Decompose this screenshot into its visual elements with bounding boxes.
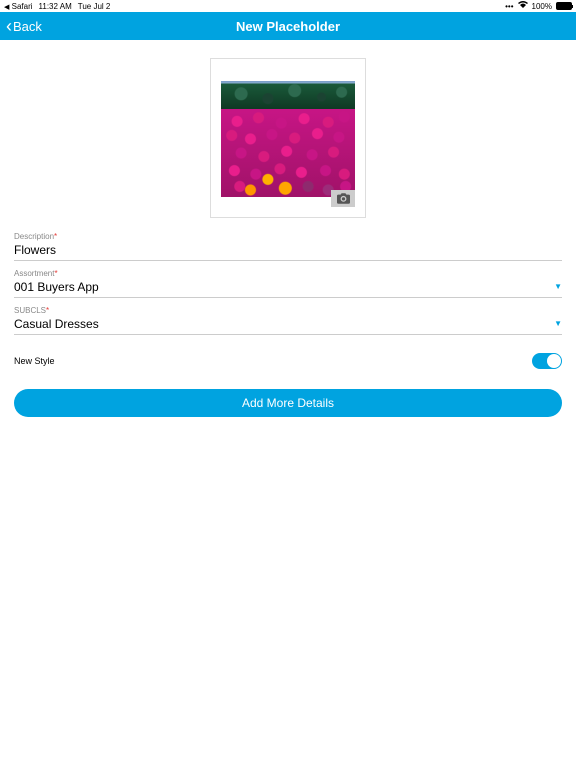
add-more-details-button[interactable]: Add More Details — [14, 389, 562, 417]
status-left: ◀ Safari 11:32 AM Tue Jul 2 — [4, 2, 110, 11]
toggle-knob — [547, 354, 561, 368]
camera-icon — [337, 193, 350, 204]
content: Description* Flowers Assortment* 001 Buy… — [0, 40, 576, 417]
assortment-value: 001 Buyers App — [14, 280, 562, 294]
chevron-down-icon: ▼ — [554, 319, 562, 328]
subcls-label: SUBCLS* — [14, 306, 562, 315]
chevron-down-icon: ▼ — [554, 282, 562, 291]
camera-button[interactable] — [331, 190, 355, 207]
description-label: Description* — [14, 232, 562, 241]
product-image[interactable] — [221, 81, 355, 197]
cellular-dots-icon: ••• — [505, 2, 513, 11]
nav-header: ‹ Back New Placeholder — [0, 12, 576, 40]
battery-icon — [556, 2, 572, 10]
description-field[interactable]: Description* Flowers — [14, 232, 562, 261]
status-bar: ◀ Safari 11:32 AM Tue Jul 2 ••• 100% — [0, 0, 576, 12]
back-label: Back — [13, 19, 42, 34]
new-style-label: New Style — [14, 356, 55, 366]
subcls-field[interactable]: SUBCLS* Casual Dresses ▼ — [14, 306, 562, 335]
new-style-toggle[interactable] — [532, 353, 562, 369]
chevron-left-icon: ‹ — [6, 17, 12, 35]
back-button[interactable]: ‹ Back — [0, 17, 42, 35]
page-title: New Placeholder — [236, 19, 340, 34]
description-value: Flowers — [14, 243, 562, 257]
battery-percent: 100% — [532, 2, 552, 11]
image-preview-box — [210, 58, 366, 218]
subcls-value: Casual Dresses — [14, 317, 562, 331]
status-time: 11:32 AM — [39, 2, 72, 11]
assortment-field[interactable]: Assortment* 001 Buyers App ▼ — [14, 269, 562, 298]
assortment-label: Assortment* — [14, 269, 562, 278]
new-style-row: New Style — [14, 353, 562, 369]
status-right: ••• 100% — [505, 1, 572, 11]
wifi-icon — [518, 1, 528, 11]
back-to-app[interactable]: ◀ Safari — [4, 2, 33, 11]
status-date: Tue Jul 2 — [78, 2, 111, 11]
